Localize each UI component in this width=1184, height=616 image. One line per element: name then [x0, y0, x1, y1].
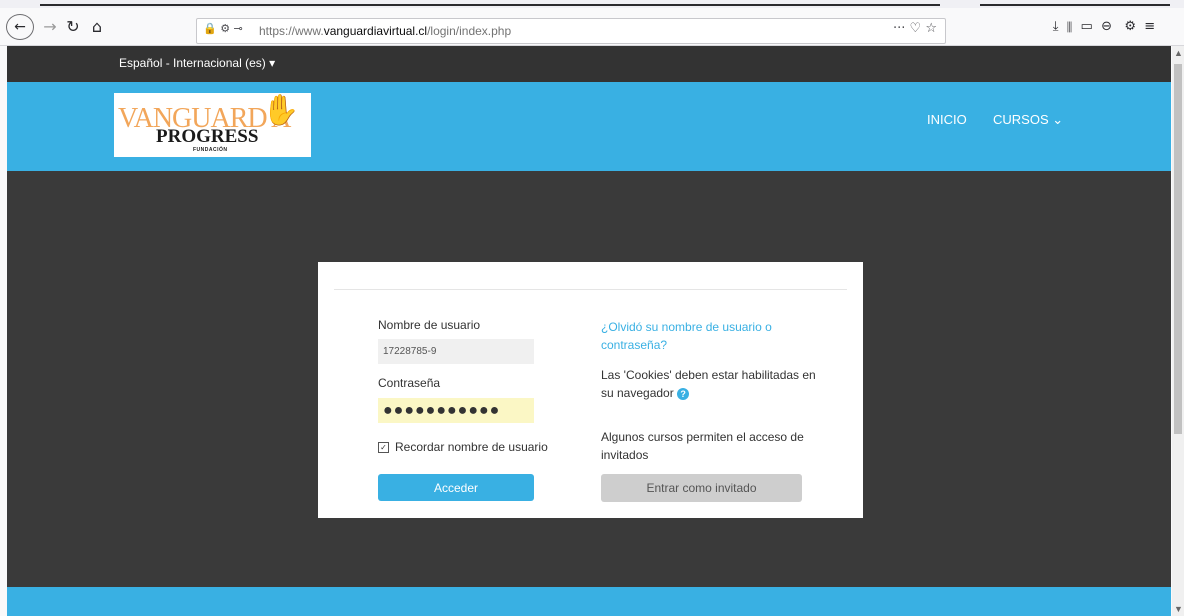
home-button[interactable]: ⌂ [86, 13, 108, 39]
logo-sub-text: FUNDACIÓN [193, 147, 228, 153]
nav-cursos-label: CURSOS [993, 112, 1049, 127]
login-button[interactable]: Acceder [378, 474, 534, 501]
scroll-down-icon[interactable]: ▼ [1174, 604, 1183, 614]
page-actions-icon[interactable]: ··· ♡ ☆ [893, 21, 937, 36]
tab-indicator [980, 4, 1170, 6]
back-button[interactable]: ← [6, 14, 34, 40]
language-bar: Español - Internacional (es) ▾ [7, 46, 1171, 82]
password-input[interactable]: ●●●●●●●●●●● [378, 398, 534, 423]
tab-indicator [40, 4, 940, 6]
username-label: Nombre de usuario [378, 318, 481, 332]
page-viewport: Español - Internacional (es) ▾ VANGUARD … [7, 46, 1171, 616]
divider [334, 289, 847, 290]
tab-strip [0, 0, 1184, 8]
reload-button[interactable]: ↻ [62, 13, 84, 39]
browser-toolbar: ← → ↻ ⌂ 🔒 ⚙ ⊸ https://www.vanguardiavirt… [0, 8, 1184, 46]
cookies-text: Las 'Cookies' deben estar habilitadas en… [601, 368, 816, 400]
footer-band [7, 587, 1171, 616]
site-info-icon[interactable]: 🔒 ⚙ ⊸ [203, 22, 243, 35]
hand-icon: ✋ [262, 94, 300, 127]
scroll-thumb[interactable] [1174, 64, 1182, 434]
remember-label: Recordar nombre de usuario [395, 440, 548, 454]
language-selector[interactable]: Español - Internacional (es) ▾ [119, 56, 275, 70]
help-icon[interactable]: ? [677, 387, 690, 400]
login-card: Nombre de usuario 17228785-9 Contraseña … [318, 262, 863, 518]
url-text[interactable]: https://www.vanguardiavirtual.cl/login/i… [259, 24, 511, 38]
arrow-left-icon: ← [14, 19, 26, 35]
checkbox-checked-icon[interactable]: ✓ [378, 441, 389, 453]
site-header: VANGUARD A ✋ PROGRESS FUNDACIÓN INICIO C… [7, 82, 1171, 171]
guest-login-button[interactable]: Entrar como invitado [601, 474, 802, 502]
page-scrollbar[interactable]: ▲ ▼ [1172, 46, 1184, 616]
logo-mid-text: PROGRESS [156, 126, 259, 147]
remember-checkbox[interactable]: ✓ Recordar nombre de usuario [378, 440, 548, 454]
url-prefix: https://www. [259, 24, 324, 38]
caret-down-icon: ▾ [269, 56, 276, 70]
cookies-notice: Las 'Cookies' deben estar habilitadas en… [601, 366, 816, 402]
username-input[interactable]: 17228785-9 [378, 339, 534, 364]
forgot-password-link[interactable]: ¿Olvidó su nombre de usuario o contraseñ… [601, 318, 801, 354]
nav-cursos[interactable]: CURSOS ⌄ [993, 112, 1063, 128]
url-domain: vanguardiavirtual.cl [323, 24, 428, 38]
chevron-down-icon: ⌄ [1052, 112, 1064, 127]
nav-inicio[interactable]: INICIO [927, 112, 967, 127]
toolbar-icons[interactable]: ⤓ ⫴ ▭ ⊖ ⚙ ≡ [1030, 13, 1178, 39]
reload-icon: ↻ [66, 16, 80, 36]
url-path: /login/index.php [427, 24, 512, 38]
home-icon: ⌂ [91, 16, 103, 36]
language-label: Español - Internacional (es) [119, 56, 266, 70]
password-label: Contraseña [378, 376, 441, 390]
arrow-right-icon: → [43, 16, 57, 36]
url-bar[interactable]: 🔒 ⚙ ⊸ https://www.vanguardiavirtual.cl/l… [196, 18, 946, 44]
scroll-up-icon[interactable]: ▲ [1174, 48, 1183, 58]
site-logo[interactable]: VANGUARD A ✋ PROGRESS FUNDACIÓN [114, 93, 311, 157]
forward-button[interactable]: → [40, 13, 60, 39]
guest-notice: Algunos cursos permiten el acceso de inv… [601, 430, 804, 462]
